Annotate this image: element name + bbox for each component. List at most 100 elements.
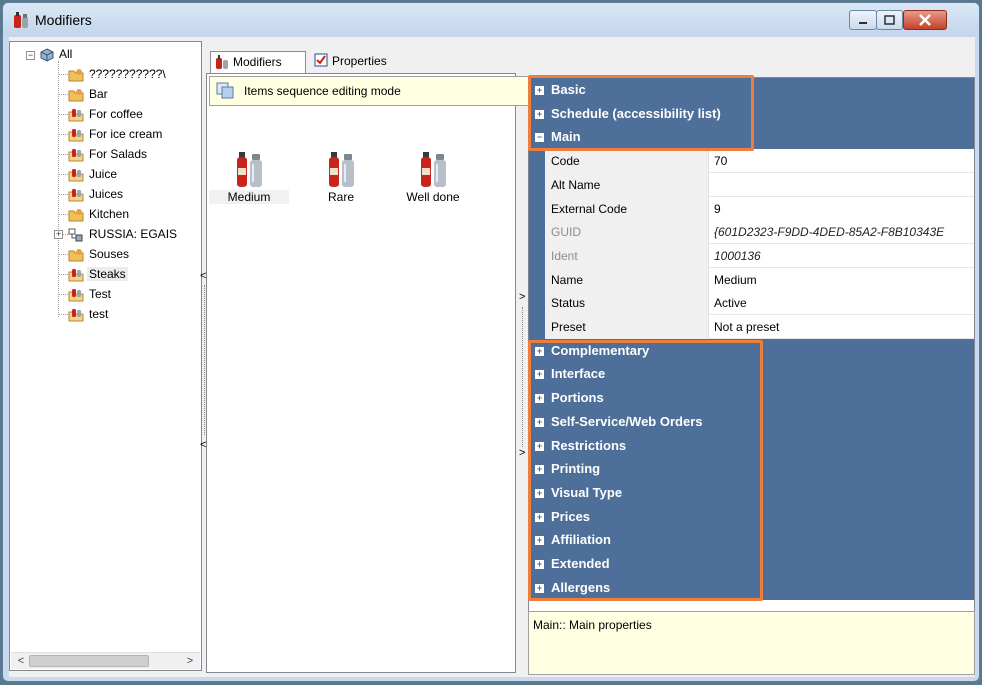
tab-properties-label: Properties	[332, 54, 387, 68]
ketchup-bottle-icon	[237, 152, 262, 187]
tree-item-label: Kitchen	[89, 207, 130, 221]
scroll-right-icon[interactable]: >	[182, 653, 198, 669]
property-name: Alt Name	[545, 172, 709, 197]
tree-guide-branch	[58, 74, 68, 75]
ketchup-bottle-icon	[421, 152, 446, 187]
tree-guide	[58, 61, 59, 317]
collapse-all-toggle[interactable]: −	[26, 51, 35, 60]
collapse-right-arrow-icon[interactable]: >	[519, 291, 525, 303]
tree-item-label: Juice	[89, 167, 118, 181]
property-gutter	[529, 291, 545, 316]
tree-root-label: All	[59, 47, 73, 61]
tab-modifiers[interactable]: Modifiers	[210, 51, 306, 73]
splitter-grip[interactable]	[204, 285, 205, 435]
property-gutter	[529, 220, 545, 245]
property-gutter	[529, 196, 545, 221]
tree-guide-branch	[58, 274, 68, 275]
property-row[interactable]: Alt Name	[529, 172, 974, 197]
modifier-item[interactable]: Rare	[301, 150, 381, 204]
property-value[interactable]	[710, 173, 974, 197]
property-name: Preset	[545, 315, 709, 339]
tree-item[interactable]: Steaks	[68, 265, 128, 283]
modifier-item[interactable]: Medium	[209, 150, 289, 204]
tree-item-label: Bar	[89, 87, 108, 101]
property-name: GUID	[545, 220, 709, 245]
tree-item[interactable]: Juices	[68, 185, 125, 203]
tree-guide-branch	[58, 254, 68, 255]
tree-item-label: Test	[89, 287, 112, 301]
expand-toggle[interactable]: +	[54, 230, 63, 239]
property-value[interactable]: 9	[710, 197, 974, 221]
property-name: External Code	[545, 196, 709, 221]
property-row[interactable]: Ident 1000136	[529, 243, 974, 268]
property-value[interactable]: Medium	[710, 268, 974, 292]
property-value[interactable]: Active	[710, 291, 974, 315]
tree-horizontal-scrollbar[interactable]: < >	[11, 652, 200, 669]
property-row[interactable]: Name Medium	[529, 267, 974, 292]
description-text: Main:: Main properties	[533, 618, 652, 632]
modifier-item[interactable]: Well done	[393, 150, 473, 204]
cube-icon	[40, 48, 54, 62]
folder-icon	[68, 248, 84, 262]
property-gutter	[529, 172, 545, 197]
tree-item-label: test	[89, 307, 109, 321]
property-gutter	[529, 315, 545, 339]
tree-item-label: Souses	[89, 247, 130, 261]
close-button[interactable]	[903, 10, 947, 30]
category-tree[interactable]: − All ???????????\ Bar For coffee For ice c…	[9, 41, 202, 671]
scroll-left-icon[interactable]: <	[13, 653, 29, 669]
client-area: − All ???????????\ Bar For coffee For ice c…	[9, 37, 975, 677]
tree-item[interactable]: RUSSIA: EGAIS	[68, 225, 179, 243]
collapse-right-arrow-icon-2[interactable]: >	[519, 447, 525, 459]
tree-item-label: For coffee	[89, 107, 143, 121]
group-icon	[68, 108, 84, 122]
close-icon	[919, 14, 931, 26]
sequence-mode-icon	[216, 82, 234, 99]
tree-item[interactable]: test	[68, 305, 110, 323]
sequence-editing-toggle[interactable]: Items sequence editing mode	[209, 76, 531, 106]
tree-item[interactable]: ???????????\	[68, 65, 168, 83]
tree-guide-branch	[58, 94, 68, 95]
tree-item[interactable]: Kitchen	[68, 205, 131, 223]
tree-item[interactable]: Test	[68, 285, 113, 303]
minimize-button[interactable]	[849, 10, 877, 30]
tab-properties[interactable]: Properties	[310, 51, 410, 73]
tree-item[interactable]: Bar	[68, 85, 110, 103]
property-row[interactable]: External Code 9	[529, 196, 974, 221]
tree-guide-branch	[58, 294, 68, 295]
scroll-thumb[interactable]	[29, 655, 149, 667]
tree-item[interactable]: Souses	[68, 245, 131, 263]
property-value[interactable]: 70	[710, 149, 974, 173]
property-row[interactable]: Preset Not a preset	[529, 315, 974, 339]
group-icon	[68, 128, 84, 142]
modifiers-list-panel[interactable]: Items sequence editing mode Medium Rare …	[206, 73, 531, 673]
group-icon	[68, 288, 84, 302]
splitter-grip-2[interactable]	[522, 307, 523, 447]
property-value[interactable]: Not a preset	[710, 315, 974, 339]
group-icon	[68, 188, 84, 202]
property-row[interactable]: Status Active	[529, 291, 974, 316]
tree-item[interactable]: Juice	[68, 165, 119, 183]
tree-guide-branch	[58, 154, 68, 155]
folder-icon	[68, 208, 84, 222]
tree-item-label: For ice cream	[89, 127, 163, 141]
property-name: Ident	[545, 243, 709, 268]
ketchup-bottle-icon	[329, 152, 354, 187]
tree-guide-branch	[58, 314, 68, 315]
group-icon	[68, 268, 84, 282]
tree-item[interactable]: For ice cream	[68, 125, 164, 143]
tree-item-label: Steaks	[87, 267, 128, 281]
highlight-bottom-categories	[528, 340, 763, 601]
property-row[interactable]: GUID {601D2323-F9DD-4DED-85A2-F8B10343E	[529, 220, 974, 245]
tree-item[interactable]: For coffee	[68, 105, 145, 123]
property-name: Name	[545, 267, 709, 292]
maximize-button[interactable]	[876, 10, 903, 30]
tree-item[interactable]: For Salads	[68, 145, 149, 163]
modifier-item-label: Well done	[406, 190, 460, 204]
tree-item-label: For Salads	[89, 147, 148, 161]
title-bar[interactable]: Modifiers	[3, 3, 979, 37]
property-row[interactable]: Code 70	[529, 149, 974, 174]
folder-icon	[68, 88, 84, 102]
group-icon	[68, 148, 84, 162]
sequence-mode-label: Items sequence editing mode	[244, 84, 401, 98]
